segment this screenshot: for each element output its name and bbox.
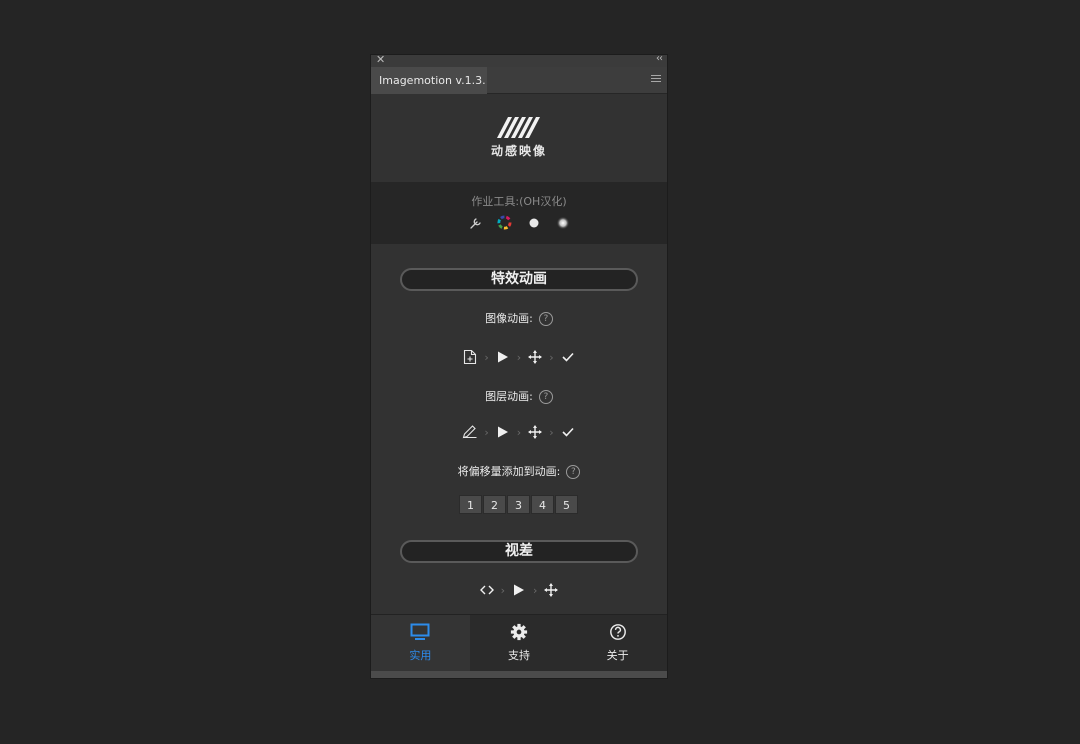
panel-tab-title[interactable]: Imagemotion v.1.3. — [371, 67, 487, 94]
check-icon[interactable] — [560, 349, 576, 365]
panel-bottom-strip — [371, 671, 667, 678]
solid-dot-icon[interactable] — [526, 215, 541, 230]
monitor-icon — [410, 623, 430, 640]
color-wheel-icon[interactable] — [497, 215, 512, 230]
pencil-icon[interactable] — [462, 424, 478, 440]
diamond-code-icon[interactable] — [479, 582, 495, 598]
parallax-header-button[interactable]: 视差 — [400, 540, 638, 563]
chevron-right-icon: › — [484, 425, 489, 439]
layer-anim-row: 图层动画:? — [371, 388, 667, 404]
chevron-right-icon: › — [549, 350, 554, 364]
add-file-icon[interactable] — [462, 349, 478, 365]
chevron-right-icon: › — [500, 583, 505, 597]
imagemotion-panel: ✕ ‹‹ Imagemotion v.1.3. 动感映像 作业工具:(OH汉化) — [370, 52, 668, 679]
soft-dot-icon[interactable] — [555, 215, 570, 230]
nav-label-utility: 实用 — [409, 649, 432, 662]
layer-anim-label: 图层动画: — [485, 390, 533, 403]
image-anim-steps: › › › — [371, 349, 667, 365]
offset-button-1[interactable]: 1 — [459, 495, 482, 514]
play-icon[interactable] — [495, 424, 511, 440]
nav-item-utility[interactable]: 实用 — [371, 615, 470, 671]
layer-anim-steps: › › › — [371, 424, 667, 440]
chevron-right-icon: › — [533, 583, 538, 597]
logo: 动感映像 — [371, 115, 667, 159]
chevron-right-icon: › — [516, 425, 522, 439]
offset-buttons: 1 2 3 4 5 — [459, 495, 579, 514]
logo-mark-icon — [497, 117, 540, 138]
chevron-right-icon: › — [484, 350, 489, 364]
nav-item-support[interactable]: 支持 — [470, 615, 569, 671]
chevron-right-icon: › — [516, 350, 522, 364]
panel-topbar: ✕ ‹‹ — [371, 52, 667, 67]
offset-button-3[interactable]: 3 — [507, 495, 530, 514]
gear-icon — [510, 623, 528, 641]
collapse-icon[interactable]: ‹‹ — [656, 52, 663, 66]
close-icon[interactable]: ✕ — [376, 53, 385, 67]
parallax-steps: › › — [371, 582, 667, 598]
brand-name: 动感映像 — [490, 144, 547, 158]
image-anim-label: 图像动画: — [485, 312, 533, 325]
tools-section: 作业工具:(OH汉化) — [371, 182, 667, 244]
nav-label-about: 关于 — [606, 649, 629, 662]
chevron-right-icon: › — [549, 425, 554, 439]
nav-item-about[interactable]: 关于 — [568, 615, 667, 671]
help-icon[interactable]: ? — [566, 465, 581, 479]
effects-header-button[interactable]: 特效动画 — [400, 268, 638, 291]
question-circle-icon — [609, 624, 626, 640]
move-icon[interactable] — [527, 349, 543, 365]
offset-button-2[interactable]: 2 — [483, 495, 506, 514]
wrench-icon[interactable] — [468, 215, 483, 230]
panel-tab-row: Imagemotion v.1.3. — [371, 67, 667, 94]
help-icon[interactable]: ? — [538, 312, 553, 326]
bottom-nav: 实用 支持 关于 — [371, 614, 667, 671]
image-anim-row: 图像动画:? — [371, 310, 667, 326]
move-icon[interactable] — [543, 582, 559, 598]
play-icon[interactable] — [495, 349, 511, 365]
panel-menu-icon[interactable] — [651, 75, 661, 85]
tools-title: 作业工具:(OH汉化) — [471, 195, 567, 208]
offset-button-5[interactable]: 5 — [555, 495, 578, 514]
check-icon[interactable] — [560, 424, 576, 440]
move-icon[interactable] — [527, 424, 543, 440]
offset-label: 将偏移量添加到动画: — [457, 465, 561, 478]
nav-label-support: 支持 — [508, 649, 530, 662]
help-icon[interactable]: ? — [538, 390, 553, 404]
offset-row: 将偏移量添加到动画:? — [371, 463, 667, 479]
play-icon[interactable] — [511, 582, 527, 598]
offset-button-4[interactable]: 4 — [531, 495, 554, 514]
